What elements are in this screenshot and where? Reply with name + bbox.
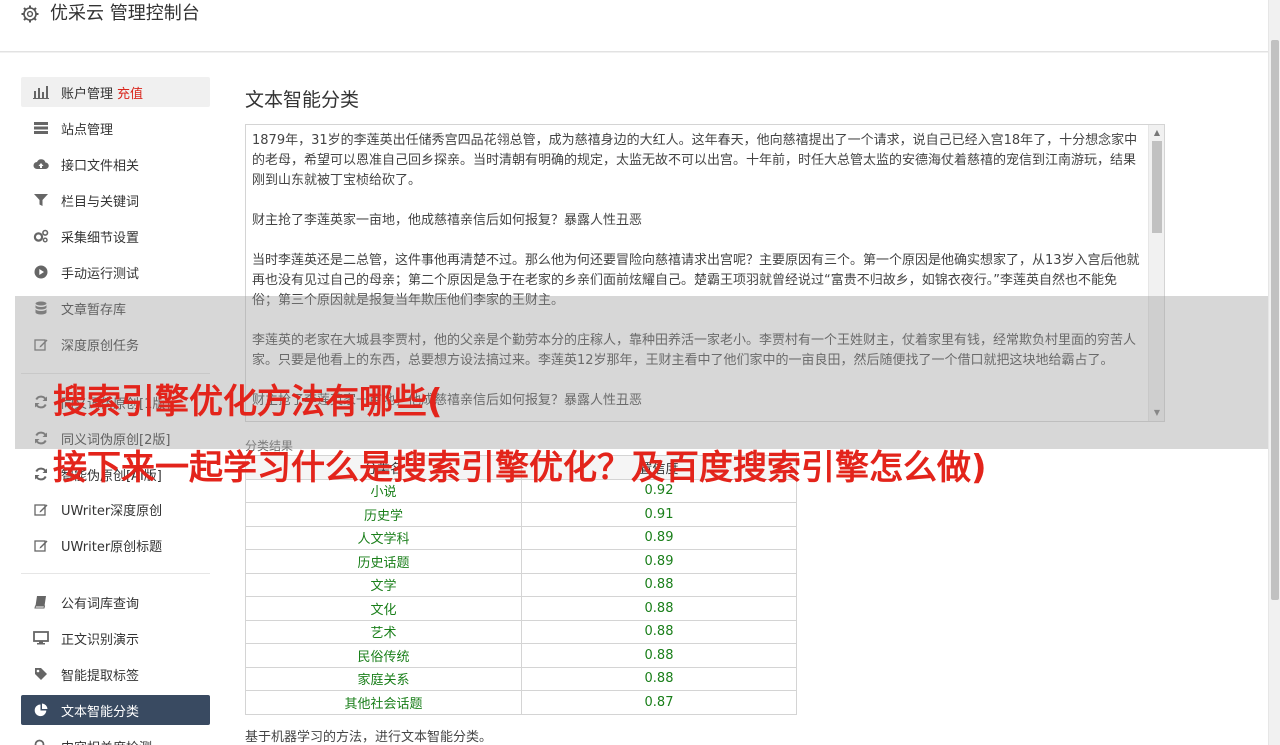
gear-icon[interactable] (20, 4, 40, 24)
category-cell: 历史话题 (245, 549, 522, 574)
recharge-link[interactable]: 充值 (117, 83, 143, 102)
sidebar-item-label: 站点管理 (61, 122, 114, 138)
textarea-scrollbar-thumb[interactable] (1152, 141, 1162, 233)
overlay-banner (15, 296, 1268, 449)
server-icon (33, 120, 49, 136)
sidebar-item-public-lexicon[interactable]: 公有词库查询 (21, 587, 210, 617)
tag-icon (33, 666, 49, 682)
sidebar-item-label: 文本智能分类 (61, 704, 140, 720)
category-cell: 历史学 (245, 502, 522, 527)
table-row: 人文学科 0.89 (245, 525, 797, 550)
sidebar-item-text-classification[interactable]: 文本智能分类 (21, 695, 210, 725)
table-row: 民俗传统 0.88 (245, 643, 797, 668)
page-title: 文本智能分类 (245, 89, 360, 111)
category-cell: 文学 (245, 572, 522, 597)
sidebar-item-columns-keywords[interactable]: 栏目与关键词 (21, 185, 210, 215)
category-cell: 其他社会话题 (245, 690, 522, 715)
search-icon (33, 738, 49, 745)
confidence-cell: 0.88 (521, 619, 797, 644)
sidebar-item-label: 内容相关度检测 (61, 737, 152, 745)
classification-table: 分类名 置信度 小说 0.92 历史学 0.91 人文学科 0.89 历史话题 0.89… (245, 455, 797, 715)
table-row: 艺术 0.88 (245, 619, 797, 644)
article-paragraph: 1879年，31岁的李莲英出任储秀宫四品花翎总管，成为慈禧身边的大红人。这年春天… (252, 133, 1138, 188)
pie-chart-icon (33, 702, 49, 718)
sidebar-item-label: 接口文件相关 (61, 158, 140, 174)
sidebar-item-sites[interactable]: 站点管理 (21, 113, 210, 143)
confidence-cell: 0.88 (521, 572, 797, 597)
filter-icon (33, 192, 49, 208)
category-cell: 艺术 (245, 619, 522, 644)
sidebar-item-label: 栏目与关键词 (61, 194, 140, 210)
sidebar-item-uwriter-deep[interactable]: UWriter深度原创 (21, 494, 210, 524)
category-cell: 文化 (245, 596, 522, 621)
table-row: 文化 0.88 (245, 596, 797, 621)
method-description: 基于机器学习的方法，进行文本智能分类。 (245, 730, 493, 745)
sidebar-item-label: 手动运行测试 (61, 266, 140, 282)
table-row: 其他社会话题 0.87 (245, 690, 797, 715)
confidence-cell: 0.88 (521, 666, 797, 691)
table-row: 文学 0.88 (245, 572, 797, 597)
table-row: 历史话题 0.89 (245, 549, 797, 574)
sidebar-item-label: 智能提取标签 (61, 668, 140, 684)
scroll-up-arrow-icon[interactable]: ▲ (1152, 128, 1162, 138)
confidence-cell: 0.87 (521, 690, 797, 715)
cloud-upload-icon (33, 156, 49, 172)
confidence-cell: 0.88 (521, 596, 797, 621)
confidence-cell: 0.91 (521, 502, 797, 527)
sidebar-item-interface-files[interactable]: 接口文件相关 (21, 149, 210, 179)
page-scrollbar[interactable] (1268, 0, 1280, 745)
table-row: 家庭关系 0.88 (245, 666, 797, 691)
sidebar-divider (21, 573, 210, 574)
monitor-icon (33, 630, 49, 646)
edit-icon (33, 537, 49, 553)
sidebar-item-relevance-check[interactable]: 内容相关度检测 (21, 731, 210, 745)
sidebar-item-text-recognition[interactable]: 正文识别演示 (21, 623, 210, 653)
sidebar-item-label: 公有词库查询 (61, 596, 140, 612)
category-cell: 家庭关系 (245, 666, 522, 691)
sidebar-item-label: 账户管理 (61, 86, 114, 102)
book-icon (33, 594, 49, 610)
gears-icon (33, 228, 49, 244)
table-row: 历史学 0.91 (245, 502, 797, 527)
category-cell: 人文学科 (245, 525, 522, 550)
sidebar-item-collection-settings[interactable]: 采集细节设置 (21, 221, 210, 251)
sidebar-item-manual-run[interactable]: 手动运行测试 (21, 257, 210, 287)
confidence-cell: 0.89 (521, 549, 797, 574)
confidence-cell: 0.89 (521, 525, 797, 550)
confidence-cell: 0.88 (521, 643, 797, 668)
article-paragraph: 财主抢了李莲英家一亩地，他成慈禧亲信后如何报复？暴露人性丑恶 (252, 213, 643, 228)
sidebar-item-label: UWriter深度原创 (61, 503, 163, 519)
sidebar-item-label: 正文识别演示 (61, 632, 140, 648)
overlay-headline-line2: 接下来一起学习什么是搜索引擎优化？及百度搜索引擎怎么做) (53, 448, 987, 488)
play-circle-icon (33, 264, 49, 280)
sidebar-item-smart-tags[interactable]: 智能提取标签 (21, 659, 210, 689)
sidebar-item-account[interactable]: 账户管理 充值 (21, 77, 210, 107)
app-title: 优采云 管理控制台 (50, 3, 200, 24)
category-cell: 民俗传统 (245, 643, 522, 668)
refresh-icon (33, 466, 49, 482)
edit-icon (33, 501, 49, 517)
sidebar-item-label: 采集细节设置 (61, 230, 140, 246)
overlay-headline-line1: 搜索引擎优化方法有哪些( (53, 382, 443, 422)
top-bar: 优采云 管理控制台 (0, 0, 1268, 52)
page-scrollbar-thumb[interactable] (1271, 40, 1279, 600)
sidebar-item-label: UWriter原创标题 (61, 539, 163, 555)
bar-chart-icon (33, 84, 49, 100)
sidebar-item-uwriter-title[interactable]: UWriter原创标题 (21, 530, 210, 560)
